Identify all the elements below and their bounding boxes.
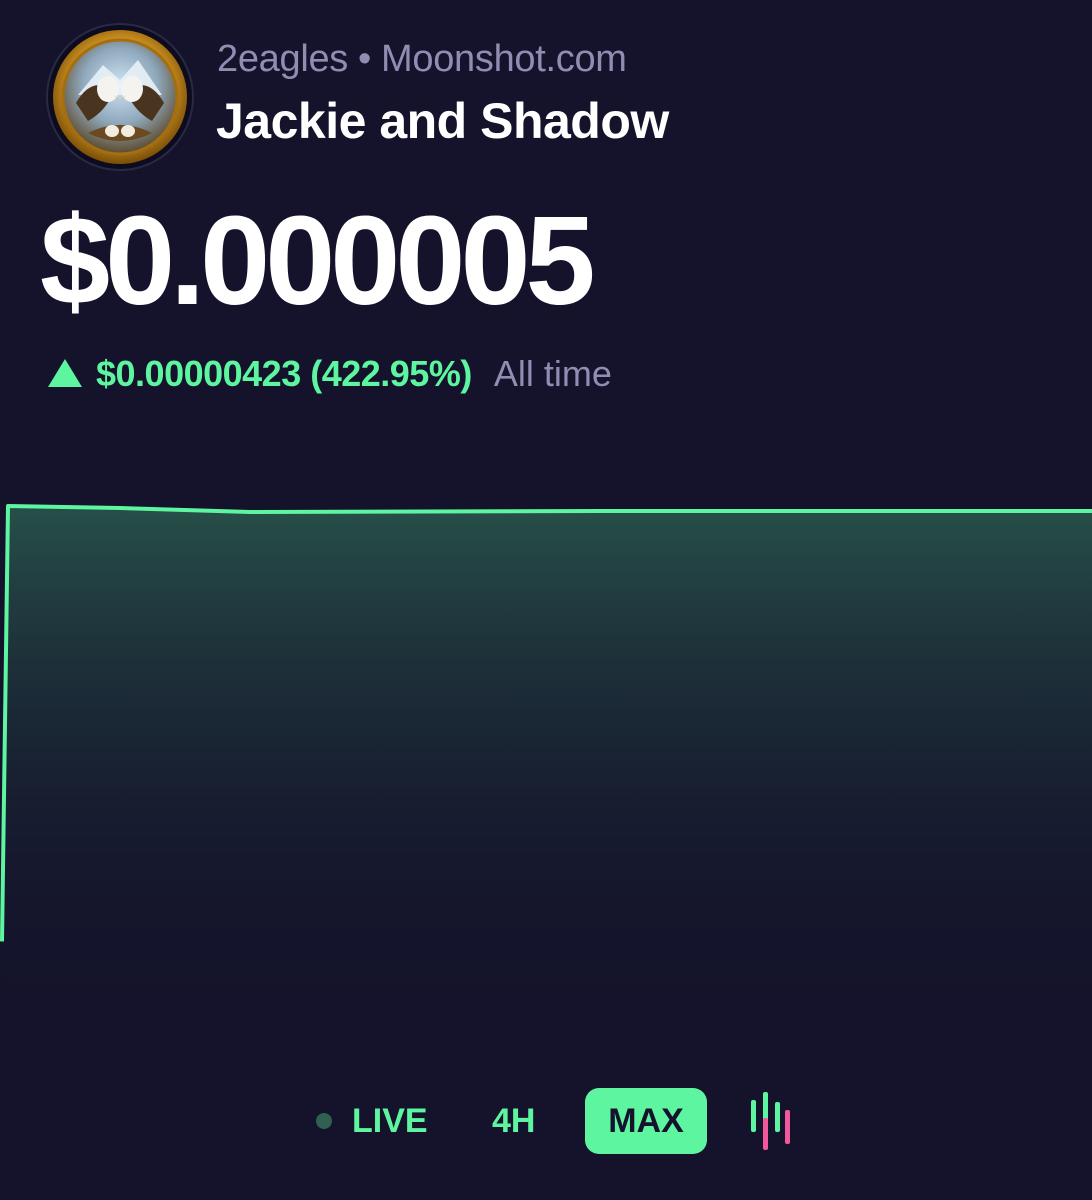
token-name: Jackie and Shadow (216, 93, 669, 149)
token-subtitle: 2eagles • Moonshot.com (217, 38, 627, 81)
price-change-period: All time (493, 353, 612, 394)
subtitle-separator: • (358, 38, 372, 80)
timeframe-controls: LIVE 4H MAX (0, 1088, 1092, 1154)
price-chart[interactable] (0, 480, 1092, 1020)
platform-name: Moonshot.com (381, 38, 627, 80)
candlestick-chart-icon[interactable] (748, 1092, 792, 1150)
timeframe-4h-label: 4H (492, 1101, 536, 1140)
timeframe-max-label: MAX (608, 1101, 684, 1140)
live-label: LIVE (352, 1101, 428, 1140)
price-change-value: $0.00000423 (422.95%) (96, 353, 472, 394)
live-status-dot (316, 1113, 332, 1129)
timeframe-4h-button[interactable]: 4H (492, 1088, 535, 1154)
up-triangle-icon (48, 359, 82, 387)
live-button[interactable]: LIVE (316, 1088, 428, 1154)
token-ticker: 2eagles (217, 38, 349, 80)
price-change-row: $0.00000423 (422.95%) All time (48, 352, 612, 396)
token-detail-screen: 2eagles • Moonshot.com Jackie and Shadow $… (0, 0, 1092, 1200)
eagles-coin-icon (53, 30, 187, 164)
current-price: $0.000005 (40, 190, 596, 331)
price-area-fill (0, 506, 1092, 1020)
token-avatar (48, 25, 192, 169)
timeframe-max-button[interactable]: MAX (585, 1088, 707, 1154)
